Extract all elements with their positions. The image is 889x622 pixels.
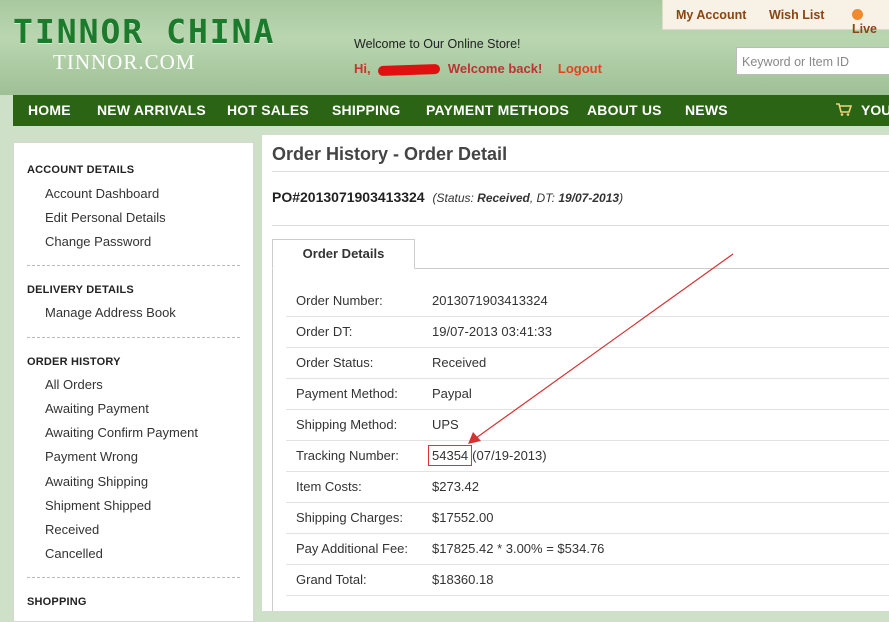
account-details-heading: ACCOUNT DETAILS <box>27 164 135 176</box>
detail-row-order-status: Order Status: Received <box>286 347 889 379</box>
greeting-hi: Hi, <box>354 61 371 76</box>
redacted-username <box>378 63 441 76</box>
detail-value: 54354 (07/19-2013) <box>428 445 547 466</box>
detail-label: Order Number: <box>296 293 383 308</box>
sidebar-shipment-shipped[interactable]: Shipment Shipped <box>45 498 151 513</box>
detail-value: Paypal <box>432 386 472 401</box>
detail-label: Grand Total: <box>296 572 367 587</box>
detail-label: Order DT: <box>296 324 353 339</box>
sidebar-edit-personal-details[interactable]: Edit Personal Details <box>45 210 166 225</box>
sidebar-awaiting-shipping[interactable]: Awaiting Shipping <box>45 474 148 489</box>
account-sidebar: ACCOUNT DETAILS Account Dashboard Edit P… <box>13 142 254 622</box>
detail-row-shipping-charges: Shipping Charges: $17552.00 <box>286 502 889 534</box>
top-links-bar: My Account Wish List Live <box>662 0 889 36</box>
site-header: TINNOR CHINA TINNOR.COM Welcome to Our O… <box>0 0 889 95</box>
divider <box>27 265 240 266</box>
tracking-date: (07/19-2013) <box>472 448 547 463</box>
welcome-back-text: Welcome back! <box>447 61 543 76</box>
po-status: (Status: Received, DT: 19/07-2013) <box>432 191 623 205</box>
greeting: Hi, Welcome back! Logout <box>354 61 602 76</box>
detail-value: $273.42 <box>432 479 479 494</box>
detail-value: 19/07-2013 03:41:33 <box>432 324 552 339</box>
logout-link[interactable]: Logout <box>558 61 602 76</box>
tab-order-details[interactable]: Order Details <box>272 239 415 269</box>
page-title: Order History - Order Detail <box>272 144 508 164</box>
cart-icon[interactable] <box>836 103 852 116</box>
live-chat-label: Live <box>852 22 878 36</box>
nav-hot-sales[interactable]: HOT SALES <box>227 102 309 118</box>
sidebar-awaiting-payment[interactable]: Awaiting Payment <box>45 401 149 416</box>
status-suffix: ) <box>619 191 624 205</box>
divider <box>27 577 240 578</box>
sidebar-manage-address-book[interactable]: Manage Address Book <box>45 305 176 320</box>
detail-label: Tracking Number: <box>296 448 399 463</box>
tracking-number-highlight[interactable]: 54354 <box>428 445 473 466</box>
nav-news[interactable]: NEWS <box>685 102 728 118</box>
cart-label[interactable]: YOU <box>861 102 889 118</box>
live-chat-link[interactable]: Live <box>852 8 889 36</box>
sidebar-payment-wrong[interactable]: Payment Wrong <box>45 449 138 464</box>
status-dt-value: 19/07-2013 <box>558 191 620 205</box>
detail-label: Item Costs: <box>296 479 362 494</box>
nav-shipping[interactable]: SHIPPING <box>332 102 401 118</box>
detail-value: 2013071903413324 <box>432 293 548 308</box>
detail-label: Shipping Charges: <box>296 510 403 525</box>
logo-domain[interactable]: TINNOR.COM <box>53 50 195 75</box>
detail-row-payment-method: Payment Method: Paypal <box>286 378 889 410</box>
order-history-heading: ORDER HISTORY <box>27 356 121 368</box>
nav-new-arrivals[interactable]: NEW ARRIVALS <box>97 102 206 118</box>
sidebar-all-orders[interactable]: All Orders <box>45 377 103 392</box>
main-nav: HOME NEW ARRIVALS HOT SALES SHIPPING PAY… <box>13 95 889 126</box>
delivery-details-heading: DELIVERY DETAILS <box>27 284 134 296</box>
divider <box>272 171 889 172</box>
detail-value: $18360.18 <box>432 572 494 587</box>
detail-row-additional-fee: Pay Additional Fee: $17825.42 * 3.00% = … <box>286 533 889 565</box>
detail-row-shipping-method: Shipping Method: UPS <box>286 409 889 441</box>
nav-home[interactable]: HOME <box>28 102 71 118</box>
nav-about-us[interactable]: ABOUT US <box>587 102 662 118</box>
welcome-message: Welcome to Our Online Store! <box>354 37 521 51</box>
status-prefix: (Status: <box>432 191 478 205</box>
detail-row-tracking-number: Tracking Number: 54354 (07/19-2013) <box>286 440 889 472</box>
detail-row-item-costs: Item Costs: $273.42 <box>286 471 889 503</box>
divider <box>27 337 240 338</box>
nav-payment-methods[interactable]: PAYMENT METHODS <box>426 102 569 118</box>
search-input[interactable]: Keyword or Item ID <box>736 47 889 75</box>
detail-value: $17825.42 * 3.00% = $534.76 <box>432 541 605 556</box>
po-number: PO#2013071903413324 <box>272 189 425 205</box>
chat-bubble-icon <box>852 9 863 20</box>
divider <box>272 225 889 226</box>
sidebar-cancelled[interactable]: Cancelled <box>45 546 103 561</box>
sidebar-account-dashboard[interactable]: Account Dashboard <box>45 186 159 201</box>
status-value: Received <box>477 191 530 205</box>
detail-value: $17552.00 <box>432 510 494 525</box>
shopping-heading: SHOPPING <box>27 596 87 608</box>
detail-label: Payment Method: <box>296 386 398 401</box>
order-detail-content: Order History - Order Detail PO#20130719… <box>262 135 889 611</box>
status-dt-label: , DT: <box>529 191 559 205</box>
logo-title[interactable]: TINNOR CHINA <box>13 12 275 51</box>
detail-row-grand-total: Grand Total: $18360.18 <box>286 564 889 596</box>
sidebar-received[interactable]: Received <box>45 522 99 537</box>
detail-row-order-number: Order Number: 2013071903413324 <box>286 285 889 317</box>
detail-value: Received <box>432 355 487 370</box>
detail-label: Order Status: <box>296 355 374 370</box>
detail-value: UPS <box>432 417 459 432</box>
sidebar-awaiting-confirm-payment[interactable]: Awaiting Confirm Payment <box>45 425 198 440</box>
wish-list-link[interactable]: Wish List <box>769 8 824 22</box>
sidebar-change-password[interactable]: Change Password <box>45 234 151 249</box>
detail-label: Shipping Method: <box>296 417 398 432</box>
my-account-link[interactable]: My Account <box>676 8 746 22</box>
po-header: PO#2013071903413324 (Status: Received, D… <box>272 189 623 205</box>
detail-label: Pay Additional Fee: <box>296 541 409 556</box>
detail-row-order-dt: Order DT: 19/07-2013 03:41:33 <box>286 316 889 348</box>
